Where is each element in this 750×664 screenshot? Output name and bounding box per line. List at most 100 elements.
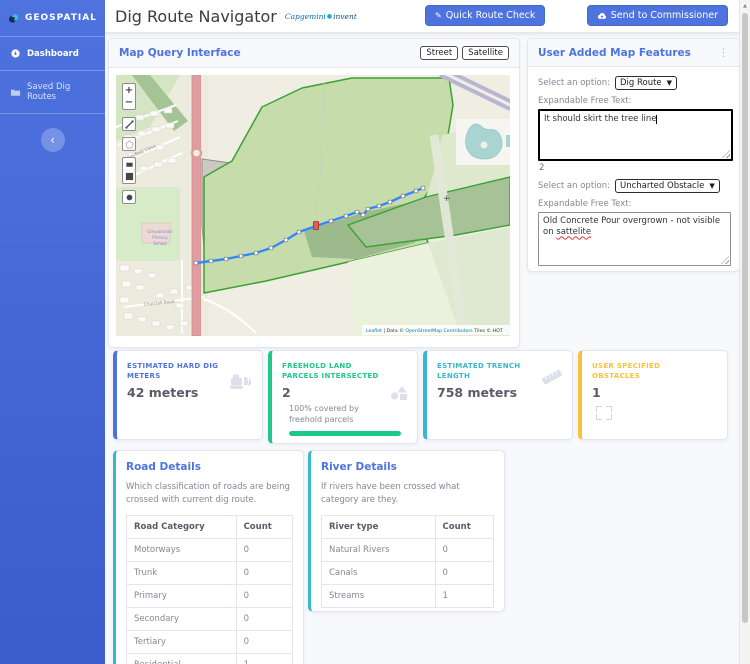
route-vertex-marker[interactable]	[343, 213, 349, 219]
map-card-title: Map Query Interface	[119, 47, 241, 59]
ruler-icon	[542, 369, 562, 385]
free-text-input-1[interactable]: It should skirt the tree line	[538, 109, 733, 161]
map-query-card: Map Query Interface Street Satellite + O…	[108, 38, 520, 348]
selected-option: Uncharted Obstacle	[619, 181, 705, 191]
page-scrollbar[interactable]: ▲	[739, 0, 750, 664]
route-vertex-marker[interactable]	[365, 206, 371, 212]
draw-polygon-button[interactable]	[122, 137, 136, 151]
feature-type-select-2[interactable]: Uncharted Obstacle ▼	[614, 179, 720, 193]
stat-card-trench-length: Estimated Trench Length 758 meters	[423, 350, 573, 440]
route-vertex-marker[interactable]	[376, 203, 382, 209]
route-vertex-marker[interactable]	[400, 193, 406, 199]
table-row: Primary 0	[126, 584, 294, 609]
scrollbar-thumb[interactable]	[742, 13, 748, 623]
school-label: Greysbrooke	[147, 229, 173, 234]
chevron-down-icon: ▼	[709, 182, 715, 190]
table-row: Motorways 0	[126, 538, 294, 563]
minus-icon: −	[124, 97, 134, 108]
draw-polyline-button[interactable]	[122, 117, 136, 131]
selected-option: Dig Route	[619, 78, 662, 88]
street-layer-button[interactable]: Street	[420, 46, 459, 60]
route-vertex-marker[interactable]	[238, 253, 244, 259]
pencil-icon: ✎	[435, 11, 442, 20]
free-text-input-2[interactable]: Old Concrete Pour overgrown - not visibl…	[538, 212, 731, 266]
obstacle-marker[interactable]	[312, 221, 319, 230]
free-text-label: Expandable Free Text:	[538, 96, 632, 106]
capgemini-invent-logo: Capgemini ● invent	[285, 12, 357, 21]
logo-dot-icon: ●	[326, 12, 333, 20]
quick-route-check-button[interactable]: ✎ Quick Route Check	[425, 5, 546, 26]
map-tiles: + Oakerfield Close Churchill Road Greysb…	[116, 75, 510, 336]
school-label: Primary	[152, 235, 168, 240]
features-card-title: User Added Map Features	[538, 46, 691, 59]
table-row: Tertiary 0	[126, 630, 294, 655]
route-vertex-marker[interactable]	[387, 199, 393, 205]
select-label: Select an option:	[538, 181, 610, 191]
table-row: Streams 1	[321, 584, 495, 609]
route-vertex-marker[interactable]	[354, 209, 360, 215]
zoom-in-button[interactable]: +	[122, 83, 136, 97]
scroll-up-icon[interactable]: ▲	[740, 0, 750, 12]
logo-text: invent	[333, 11, 357, 21]
route-vertex-marker[interactable]	[413, 188, 419, 194]
stat-card-obstacles: User Specified Obstacles 1	[578, 350, 728, 440]
button-label: Send to Commissioner	[610, 10, 718, 21]
map-canvas[interactable]: + Oakerfield Close Churchill Road Greysb…	[116, 75, 510, 336]
circle-tool-icon	[126, 194, 132, 200]
free-text-value: It should skirt the tree line	[544, 114, 657, 124]
stat-label: Freehold Land Parcels Intersected	[282, 362, 379, 381]
shapes-icon	[390, 386, 407, 400]
sidebar-item-label: Saved Dig Routes	[27, 82, 71, 102]
route-vertex-marker[interactable]	[296, 229, 302, 235]
sidebar-item-dashboard[interactable]: Dashboard	[0, 37, 105, 70]
resize-handle[interactable]	[722, 150, 730, 158]
zoom-out-button[interactable]: −	[122, 96, 136, 110]
route-vertex-marker[interactable]	[283, 237, 289, 243]
chevron-down-icon: ▼	[666, 79, 673, 87]
svg-text:Leaflet | Data © OpenStreetMap: Leaflet | Data © OpenStreetMap Contribut…	[366, 327, 503, 334]
stat-value: 1	[592, 385, 601, 401]
free-text-label: Expandable Free Text:	[538, 199, 632, 209]
folder-icon	[10, 89, 21, 96]
church-cross-icon: +	[443, 194, 451, 204]
road-details-title: Road Details	[126, 461, 201, 473]
topbar: Dig Route Navigator Capgemini ● invent ✎…	[105, 0, 740, 32]
resize-handle[interactable]	[721, 256, 729, 264]
sidebar: GEOSPATIAL Dashboard Saved Dig Routes ‹	[0, 0, 105, 664]
sidebar-item-saved-dig-routes[interactable]: Saved Dig Routes	[0, 71, 105, 113]
sidebar-collapse-button[interactable]: ‹	[40, 128, 65, 152]
road-details-table: Road Category Count Motorways 0 Trunk 0 Pr…	[126, 515, 294, 664]
brand[interactable]: GEOSPATIAL	[0, 0, 105, 36]
send-to-commissioner-button[interactable]: Send to Commissioner	[586, 5, 728, 26]
route-vertex-marker[interactable]	[193, 260, 199, 266]
rectangle-tool-icon	[125, 162, 133, 167]
misspelled-word: sattelite	[556, 227, 592, 238]
route-vertex-marker[interactable]	[268, 245, 274, 251]
stat-card-hard-dig: Estimated Hard Dig Meters 42 meters	[113, 350, 263, 440]
route-vertex-marker[interactable]	[223, 256, 229, 262]
school-label: School	[153, 241, 166, 246]
road-details-card: Road Details Which classification of roa…	[113, 450, 304, 664]
route-vertex-marker[interactable]	[420, 185, 426, 191]
kebab-menu-icon[interactable]: ⋮	[718, 46, 729, 59]
draw-marker-button[interactable]	[122, 190, 136, 204]
plus-icon: +	[124, 84, 134, 96]
app-window: GEOSPATIAL Dashboard Saved Dig Routes ‹ …	[0, 0, 750, 664]
stat-value: 758 meters	[437, 385, 518, 401]
osm-link[interactable]: OpenStreetMap Contributors	[405, 328, 473, 334]
satellite-layer-button[interactable]: Satellite	[462, 46, 509, 60]
leaflet-link[interactable]: Leaflet	[366, 328, 382, 334]
route-vertex-marker[interactable]	[253, 250, 259, 256]
select-label: Select an option:	[538, 78, 610, 88]
brand-label: GEOSPATIAL	[25, 13, 97, 23]
route-vertex-marker[interactable]	[208, 258, 214, 264]
draw-square-button[interactable]	[122, 170, 136, 184]
button-label: Quick Route Check	[445, 10, 536, 21]
sidebar-item-label: Dashboard	[27, 48, 79, 59]
map-attribution: Leaflet | Data © OpenStreetMap Contribut…	[362, 325, 510, 335]
route-vertex-marker[interactable]	[328, 218, 334, 224]
feature-type-select-1[interactable]: Dig Route ▼	[614, 76, 678, 90]
draw-rectangle-button[interactable]	[122, 157, 136, 171]
column-header: Road Category	[126, 515, 237, 540]
route-vertex-marker[interactable]	[360, 212, 366, 218]
